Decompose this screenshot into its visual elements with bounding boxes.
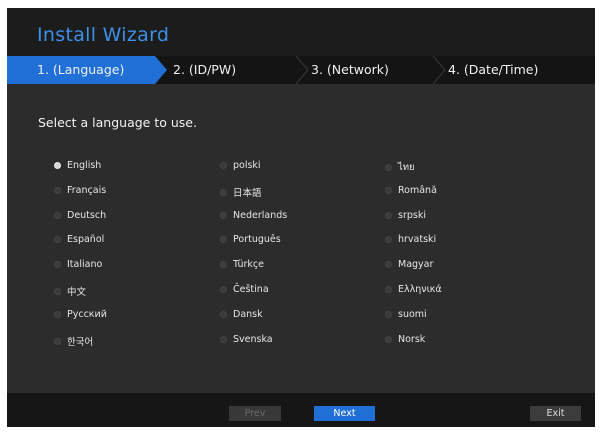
window-title: Install Wizard — [37, 24, 170, 46]
radio-button[interactable] — [385, 286, 392, 293]
radio-button[interactable] — [220, 212, 227, 219]
language-option[interactable]: Português — [220, 234, 281, 245]
language-label: Nederlands — [233, 210, 288, 221]
wizard-steps: 1. (Language) 2. (ID/PW) 3. (Network) 4.… — [7, 56, 595, 84]
radio-button[interactable] — [385, 311, 392, 318]
language-label: 中文 — [67, 287, 87, 298]
language-option[interactable]: Italiano — [54, 259, 102, 270]
step-id-pw: 2. (ID/PW) — [173, 62, 237, 77]
step-network: 3. (Network) — [311, 62, 389, 77]
language-option[interactable]: Türkçe — [220, 259, 264, 270]
radio-button[interactable] — [220, 311, 227, 318]
radio-button[interactable] — [220, 261, 227, 268]
step-date-time: 4. (Date/Time) — [448, 62, 539, 77]
language-option[interactable]: suomi — [385, 309, 427, 320]
language-label: 한국어 — [67, 337, 94, 348]
radio-button[interactable] — [220, 188, 227, 196]
language-option[interactable]: 日本語 — [220, 185, 262, 199]
language-option[interactable]: Русский — [54, 309, 107, 320]
exit-button[interactable]: Exit — [530, 406, 581, 421]
language-label: suomi — [398, 309, 427, 320]
footer-bar: Prev Next Exit — [7, 393, 595, 427]
radio-button[interactable] — [220, 336, 227, 343]
language-label: Français — [67, 185, 107, 196]
language-option[interactable]: Svenska — [220, 334, 273, 345]
radio-button[interactable] — [385, 164, 392, 171]
language-option[interactable]: Español — [54, 234, 104, 245]
language-label: srpski — [398, 210, 426, 221]
language-option[interactable]: Dansk — [220, 309, 263, 320]
language-label: Dansk — [233, 309, 263, 320]
radio-button[interactable] — [54, 236, 61, 243]
radio-button[interactable] — [385, 236, 392, 243]
language-option[interactable]: srpski — [385, 210, 426, 221]
language-option[interactable]: Français — [54, 185, 106, 196]
radio-button[interactable] — [385, 187, 392, 194]
language-option[interactable]: Norsk — [385, 334, 425, 345]
language-label: hrvatski — [398, 234, 437, 245]
language-label: Ελληνικά — [398, 284, 442, 295]
language-option[interactable]: Magyar — [385, 259, 433, 270]
language-option[interactable]: 한국어 — [54, 334, 93, 348]
language-option[interactable]: hrvatski — [385, 234, 436, 245]
radio-button[interactable] — [54, 162, 61, 169]
prompt-text: Select a language to use. — [38, 115, 197, 130]
language-option[interactable]: English — [54, 160, 101, 171]
language-label: ไทย — [398, 162, 415, 173]
language-label: polski — [233, 160, 261, 171]
language-option[interactable]: Nederlands — [220, 210, 287, 221]
language-option[interactable]: Deutsch — [54, 210, 106, 221]
step-separator-icon — [432, 56, 446, 84]
language-option[interactable]: ไทย — [385, 160, 415, 175]
radio-button[interactable] — [54, 337, 61, 345]
next-button[interactable]: Next — [314, 406, 375, 421]
language-label: Svenska — [233, 334, 273, 345]
radio-button[interactable] — [385, 212, 392, 219]
language-label: Čeština — [233, 284, 269, 295]
language-label: Norsk — [398, 334, 426, 345]
language-label: Türkçe — [233, 259, 264, 270]
radio-button[interactable] — [220, 236, 227, 243]
radio-button[interactable] — [385, 336, 392, 343]
install-wizard-window: Install Wizard 1. (Language) 2. (ID/PW) … — [7, 8, 595, 427]
language-label: Português — [233, 234, 281, 245]
step-language: 1. (Language) — [37, 62, 125, 77]
language-label: English — [67, 160, 102, 171]
language-panel: Select a language to use. English Françai… — [7, 84, 595, 393]
language-label: Italiano — [67, 259, 103, 270]
language-option[interactable]: Ελληνικά — [385, 284, 442, 295]
radio-button[interactable] — [54, 287, 61, 295]
language-option[interactable]: Čeština — [220, 284, 269, 295]
radio-button[interactable] — [385, 261, 392, 268]
language-option[interactable]: 中文 — [54, 284, 86, 298]
language-label: Русский — [67, 309, 107, 320]
radio-button[interactable] — [54, 311, 61, 318]
language-label: Español — [67, 234, 105, 245]
radio-button[interactable] — [54, 187, 61, 194]
radio-button[interactable] — [220, 162, 227, 169]
language-label: Română — [398, 185, 437, 196]
language-label: Deutsch — [67, 210, 107, 221]
language-option[interactable]: Română — [385, 185, 437, 196]
language-option[interactable]: polski — [220, 160, 261, 171]
title-bar: Install Wizard — [7, 8, 595, 56]
language-label: Magyar — [398, 259, 434, 270]
prev-button[interactable]: Prev — [229, 406, 281, 421]
step-separator-icon — [295, 56, 309, 84]
language-label: 日本語 — [233, 188, 262, 199]
radio-button[interactable] — [54, 212, 61, 219]
radio-button[interactable] — [220, 286, 227, 293]
radio-button[interactable] — [54, 261, 61, 268]
